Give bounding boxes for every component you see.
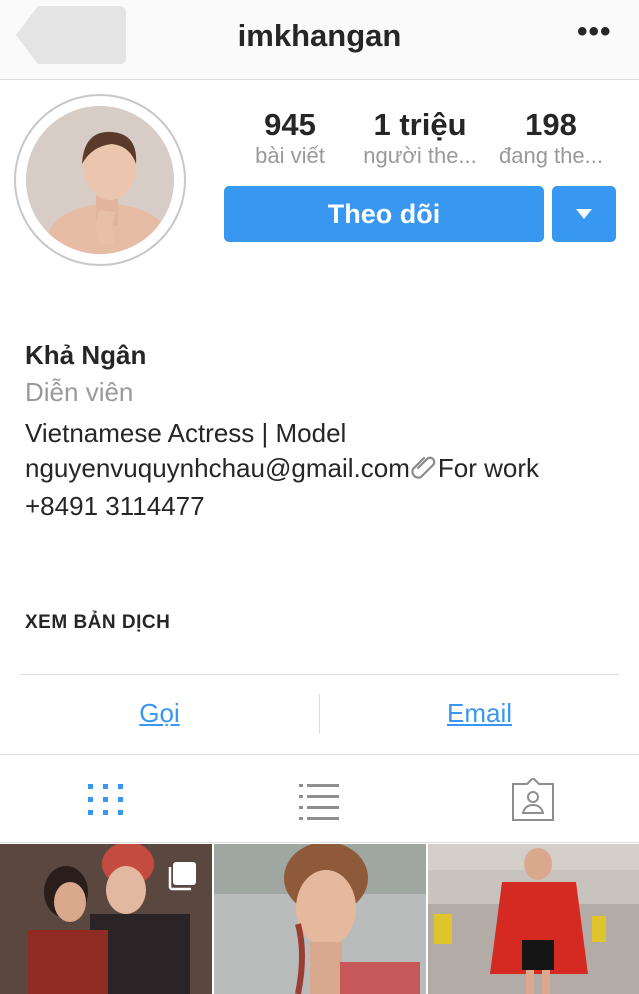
profile-username-title: imkhangan bbox=[237, 18, 402, 53]
top-navigation-bar: imkhangan ••• bbox=[0, 0, 639, 80]
list-view-icon[interactable] bbox=[297, 778, 341, 822]
grid-photo-1[interactable] bbox=[0, 844, 212, 994]
following-label: đang the... bbox=[499, 143, 603, 168]
divider bbox=[0, 754, 639, 755]
follow-button[interactable]: Theo dõi bbox=[224, 186, 544, 242]
bio-text-line: Vietnamese Actress | Model bbox=[25, 418, 347, 448]
see-translation-link[interactable]: XEM BẢN DỊCH bbox=[25, 612, 170, 634]
email-button[interactable]: Email bbox=[320, 698, 639, 729]
posts-label: bài viết bbox=[255, 143, 325, 168]
followers-stat[interactable]: 1 triệu người the... bbox=[355, 106, 485, 168]
posts-stat: 945 bài viết bbox=[225, 106, 355, 168]
suggested-accounts-dropdown-button[interactable] bbox=[552, 186, 616, 242]
tagged-photos-icon[interactable] bbox=[511, 778, 555, 822]
bio-email-line: nguyenvuquynhchau@gmail.com For work bbox=[25, 452, 539, 484]
bio-work-note: For work bbox=[437, 453, 539, 483]
profile-avatar-ring[interactable] bbox=[14, 94, 186, 266]
chevron-down-icon bbox=[576, 209, 592, 219]
following-stat[interactable]: 198 đang the... bbox=[486, 106, 616, 168]
following-count: 198 bbox=[525, 107, 577, 142]
followers-label: người the... bbox=[363, 143, 477, 168]
posts-count: 945 bbox=[264, 107, 316, 142]
multiple-photos-icon bbox=[166, 860, 198, 892]
divider bbox=[0, 842, 639, 843]
more-options-icon[interactable]: ••• bbox=[577, 17, 611, 50]
grid-view-icon[interactable] bbox=[84, 778, 128, 822]
followers-count: 1 triệu bbox=[373, 107, 467, 142]
profile-full-name: Khả Ngân bbox=[25, 340, 147, 370]
paperclip-icon bbox=[410, 452, 438, 482]
divider bbox=[20, 674, 619, 675]
grid-photo-2[interactable] bbox=[214, 844, 426, 994]
grid-photo-3[interactable] bbox=[428, 844, 639, 994]
call-button[interactable]: Gọi bbox=[0, 698, 319, 729]
bio-email[interactable]: nguyenvuquynhchau@gmail.com bbox=[25, 453, 410, 483]
profile-category: Diễn viên bbox=[25, 377, 134, 407]
avatar[interactable] bbox=[26, 106, 174, 254]
bio-phone[interactable]: +8491 3114477 bbox=[25, 491, 205, 522]
